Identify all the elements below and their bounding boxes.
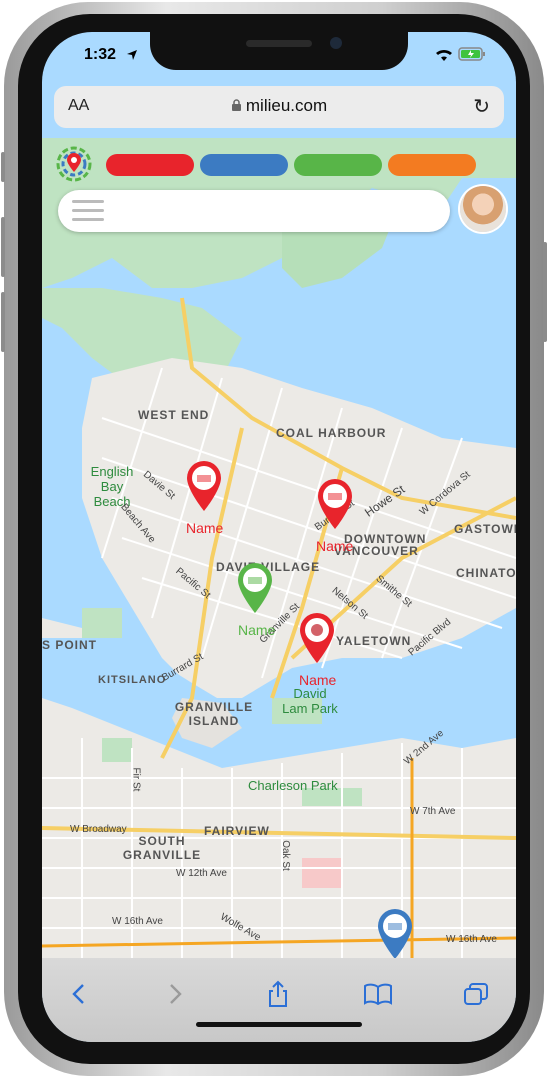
milieu-logo[interactable] [56, 146, 92, 182]
share-icon[interactable] [258, 976, 298, 1012]
forward-icon[interactable] [156, 976, 196, 1012]
lock-icon [231, 99, 241, 111]
map-pin-4[interactable] [298, 612, 336, 664]
label-w-7th-ave: W 7th Ave [410, 806, 456, 817]
label-chinatown: CHINATOWN [456, 566, 516, 580]
status-time: 1:32 [84, 46, 117, 63]
label-kitsilano: KITSILANO [98, 674, 167, 686]
map-pin-3[interactable] [236, 562, 274, 614]
label-fir-st: Fir St [130, 767, 142, 792]
reload-icon[interactable]: ↻ [473, 94, 490, 119]
map-pin-5[interactable] [376, 908, 414, 958]
map-view[interactable]: WEST END COAL HARBOUR DOWNTOWN VANCOUVER… [42, 138, 516, 958]
volume-down-button [1, 292, 5, 352]
power-button [543, 242, 547, 342]
label-charleson-park: Charleson Park [248, 778, 338, 793]
pin-4-label: Name [299, 672, 337, 688]
label-west-end: WEST END [138, 408, 210, 422]
user-avatar[interactable] [460, 186, 506, 232]
label-coal-harbour: COAL HARBOUR [276, 426, 387, 440]
label-oak-st: Oak St [279, 840, 291, 871]
tabs-icon[interactable] [456, 976, 496, 1012]
map-pin-1[interactable] [185, 460, 223, 512]
pin-2-label: Name [316, 538, 354, 554]
wifi-icon [436, 49, 452, 61]
label-s-point: S POINT [42, 638, 98, 652]
url-display[interactable]: milieu.com [54, 96, 504, 116]
label-yaletown: YALETOWN [336, 634, 412, 648]
pin-3-label: Name [238, 622, 276, 638]
label-fairview: FAIRVIEW [204, 824, 270, 838]
label-gastown: GASTOWN [454, 522, 516, 536]
label-english-bay-beach: English Bay Beach [90, 464, 134, 509]
location-arrow-icon [127, 50, 137, 60]
label-granville-island: GRANVILLE ISLAND [174, 700, 254, 728]
address-bar[interactable]: AA milieu.com ↻ [54, 86, 504, 128]
front-camera [330, 37, 342, 49]
mute-switch [1, 152, 5, 182]
search-bar[interactable] [58, 190, 450, 232]
pin-1-label: Name [186, 520, 224, 536]
speaker-grille [246, 40, 312, 47]
home-indicator [196, 1022, 362, 1027]
back-icon[interactable] [58, 976, 98, 1012]
label-w-broadway: W Broadway [70, 824, 127, 835]
phone-frame: WEST END COAL HARBOUR DOWNTOWN VANCOUVER… [1, 2, 547, 1076]
volume-up-button [1, 217, 5, 277]
label-w-16th-ave: W 16th Ave [112, 916, 163, 927]
url-text: milieu.com [245, 96, 328, 115]
label-david-lam-park: David Lam Park [282, 686, 338, 716]
filter-pill-red[interactable] [106, 154, 194, 176]
map-pin-2[interactable] [316, 478, 354, 530]
bookmarks-icon[interactable] [358, 976, 398, 1012]
phone-screen: WEST END COAL HARBOUR DOWNTOWN VANCOUVER… [42, 32, 516, 1042]
label-w-16th-ave-east: W 16th Ave [446, 934, 497, 945]
filter-pill-blue[interactable] [200, 154, 288, 176]
filter-pill-orange[interactable] [388, 154, 476, 176]
map-base [42, 138, 516, 958]
filter-pill-green[interactable] [294, 154, 382, 176]
phone-notch [150, 32, 408, 70]
hamburger-menu-icon[interactable] [72, 200, 104, 222]
battery-icon [458, 47, 485, 61]
label-w-12th-ave: W 12th Ave [176, 868, 227, 879]
label-south-granville: SOUTH GRANVILLE [122, 834, 202, 862]
browser-toolbar [42, 958, 516, 1042]
